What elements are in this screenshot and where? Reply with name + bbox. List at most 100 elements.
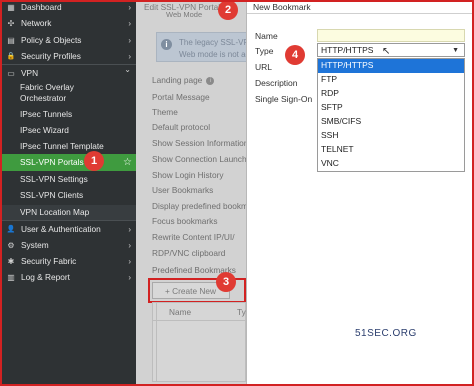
field-label: Theme bbox=[152, 107, 178, 117]
field-label: Rewrite Content IP/UI/ bbox=[152, 232, 235, 242]
chevron-right-icon: › bbox=[128, 224, 131, 234]
lock-icon: 🔒 bbox=[6, 53, 16, 60]
sidebar-item-ipsec-tunnel-template[interactable]: IPsec Tunnel Template bbox=[0, 141, 136, 155]
sidebar-item-label: SSL-VPN Settings bbox=[20, 174, 88, 184]
column-header-name[interactable]: Name bbox=[169, 307, 191, 317]
bookmarks-table: Name Ty bbox=[152, 302, 246, 382]
step-badge-4: 4 bbox=[285, 45, 305, 65]
sidebar-item-label: Network bbox=[21, 18, 52, 28]
sidebar-item-label: System bbox=[21, 240, 49, 250]
monitor-icon: ▭ bbox=[7, 68, 15, 78]
sidebar-item-label: VPN Location Map bbox=[20, 207, 90, 217]
edit-portal-page: Edit SSL-VPN Portal Web Mode i The legac… bbox=[136, 0, 268, 386]
sidebar-item-log-report[interactable]: ▥ Log & Report › bbox=[0, 269, 136, 285]
option-http-https[interactable]: HTTP/HTTPS bbox=[318, 59, 464, 73]
mouse-cursor-icon: ↖ bbox=[382, 46, 391, 57]
star-icon[interactable]: ☆ bbox=[123, 154, 132, 171]
field-label: Show Connection Launcher bbox=[152, 154, 254, 164]
sidebar-item-ssl-vpn-portals[interactable]: SSL-VPN Portals ☆ bbox=[0, 154, 136, 171]
sidebar-item-label: Fabric Overlay bbox=[20, 82, 74, 92]
field-label: User Bookmarks bbox=[152, 185, 214, 195]
sidebar-item-label: IPsec Tunnels bbox=[20, 109, 73, 119]
sidebar-item-user-authentication[interactable]: 👤 User & Authentication › bbox=[0, 221, 136, 237]
column-header-type[interactable]: Ty bbox=[237, 307, 246, 317]
sidebar-item-ssl-vpn-clients[interactable]: SSL-VPN Clients bbox=[0, 190, 136, 204]
sidebar-item-label: Orchestrator bbox=[20, 93, 67, 103]
field-landing-page: Landing page i bbox=[152, 75, 215, 85]
dialog-title: New Bookmark bbox=[253, 2, 311, 12]
policy-icon: ▤ bbox=[7, 35, 15, 45]
chevron-right-icon: › bbox=[128, 240, 131, 250]
dialog-header: New Bookmark bbox=[247, 0, 474, 14]
option-sftp[interactable]: SFTP bbox=[318, 101, 464, 115]
sidebar-item-policy-objects[interactable]: ▤ Policy & Objects › bbox=[0, 32, 136, 48]
new-bookmark-dialog: New Bookmark Name Type HTTP/HTTPS ▼ ↖ UR… bbox=[246, 0, 474, 386]
sidebar-item-security-profiles[interactable]: 🔒 Security Profiles › bbox=[0, 48, 136, 64]
dropdown-arrow-icon: ▼ bbox=[452, 47, 459, 54]
chevron-right-icon: › bbox=[128, 51, 131, 61]
option-ssh[interactable]: SSH bbox=[318, 129, 464, 143]
sidebar-item-label: Policy & Objects bbox=[21, 35, 82, 45]
sidebar-item-ipsec-wizard[interactable]: IPsec Wizard bbox=[0, 125, 136, 139]
sidebar-item-security-fabric[interactable]: ✱ Security Fabric › bbox=[0, 253, 136, 269]
sidebar-item-fabric-overlay-orchestrator[interactable]: Fabric Overlay Orchestrator bbox=[0, 82, 136, 106]
network-icon: ✣ bbox=[7, 18, 15, 28]
type-select-value: HTTP/HTTPS bbox=[321, 45, 374, 55]
field-label: Landing page bbox=[152, 75, 203, 85]
chevron-right-icon: › bbox=[128, 272, 131, 282]
gear-icon: ⚙ bbox=[7, 240, 15, 250]
name-field[interactable] bbox=[317, 29, 465, 42]
dashboard-icon: ▦ bbox=[7, 2, 15, 12]
sidebar-item-ssl-vpn-settings[interactable]: SSL-VPN Settings bbox=[0, 174, 136, 188]
sidebar-item-dashboard[interactable]: ▦ Dashboard › bbox=[0, 0, 136, 14]
type-select[interactable]: HTTP/HTTPS ▼ ↖ bbox=[317, 43, 465, 57]
sidebar-item-label: IPsec Tunnel Template bbox=[20, 141, 104, 151]
type-dropdown-list: HTTP/HTTPS FTP RDP SFTP SMB/CIFS SSH TEL… bbox=[317, 58, 465, 172]
sidebar-nav: ▦ Dashboard › ✣ Network › ▤ Policy & Obj… bbox=[0, 0, 136, 386]
step-badge-1: 1 bbox=[84, 151, 104, 171]
sidebar-item-ipsec-tunnels[interactable]: IPsec Tunnels bbox=[0, 109, 136, 123]
option-vnc[interactable]: VNC bbox=[318, 157, 464, 171]
chevron-right-icon: › bbox=[128, 256, 131, 266]
sidebar-item-label: Security Fabric bbox=[21, 256, 77, 266]
fabric-icon: ✱ bbox=[7, 256, 15, 266]
sidebar-item-label: IPsec Wizard bbox=[20, 125, 69, 135]
notice-text: The legacy SSL-VP bbox=[179, 38, 249, 47]
info-icon: i bbox=[161, 39, 172, 50]
description-label: Description bbox=[255, 78, 298, 88]
option-smb-cifs[interactable]: SMB/CIFS bbox=[318, 115, 464, 129]
sidebar-item-label: SSL-VPN Portals bbox=[20, 157, 84, 167]
name-label: Name bbox=[255, 31, 278, 41]
option-telnet[interactable]: TELNET bbox=[318, 143, 464, 157]
page-subtitle: Web Mode bbox=[166, 10, 203, 19]
table-header: Name Ty bbox=[153, 303, 246, 321]
type-label: Type bbox=[255, 46, 274, 56]
sidebar-item-network[interactable]: ✣ Network › bbox=[0, 15, 136, 31]
field-label: Portal Message bbox=[152, 92, 210, 102]
field-label: RDP/VNC clipboard bbox=[152, 248, 226, 258]
chart-icon: ▥ bbox=[7, 272, 15, 282]
sidebar-item-vpn[interactable]: ▭ VPN ⌄ bbox=[0, 65, 136, 81]
field-label: Focus bookmarks bbox=[152, 216, 218, 226]
step-badge-2: 2 bbox=[218, 0, 238, 20]
field-label: Default protocol bbox=[152, 122, 211, 132]
chevron-right-icon: › bbox=[128, 2, 131, 12]
sidebar-item-label: Log & Report bbox=[21, 272, 70, 282]
url-label: URL bbox=[255, 62, 273, 72]
chevron-down-icon: ⌄ bbox=[124, 65, 131, 74]
info-icon: i bbox=[206, 76, 215, 85]
field-label: Show Session Information bbox=[152, 138, 249, 148]
watermark: 51SEC.ORG bbox=[355, 328, 417, 339]
option-rdp[interactable]: RDP bbox=[318, 87, 464, 101]
sso-label: Single Sign-On bbox=[255, 94, 313, 104]
sidebar-item-label: Security Profiles bbox=[21, 51, 81, 61]
chevron-right-icon: › bbox=[128, 35, 131, 45]
sidebar-item-label: VPN bbox=[21, 68, 39, 78]
chevron-right-icon: › bbox=[128, 18, 131, 28]
field-label: Show Login History bbox=[152, 170, 224, 180]
legacy-notice: i The legacy SSL-VP Web mode is not acce… bbox=[156, 32, 268, 62]
sidebar-item-system[interactable]: ⚙ System › bbox=[0, 237, 136, 253]
option-ftp[interactable]: FTP bbox=[318, 73, 464, 87]
sidebar-item-vpn-location-map[interactable]: VPN Location Map bbox=[0, 205, 136, 220]
sidebar-item-label: User & Authentication bbox=[21, 224, 101, 234]
